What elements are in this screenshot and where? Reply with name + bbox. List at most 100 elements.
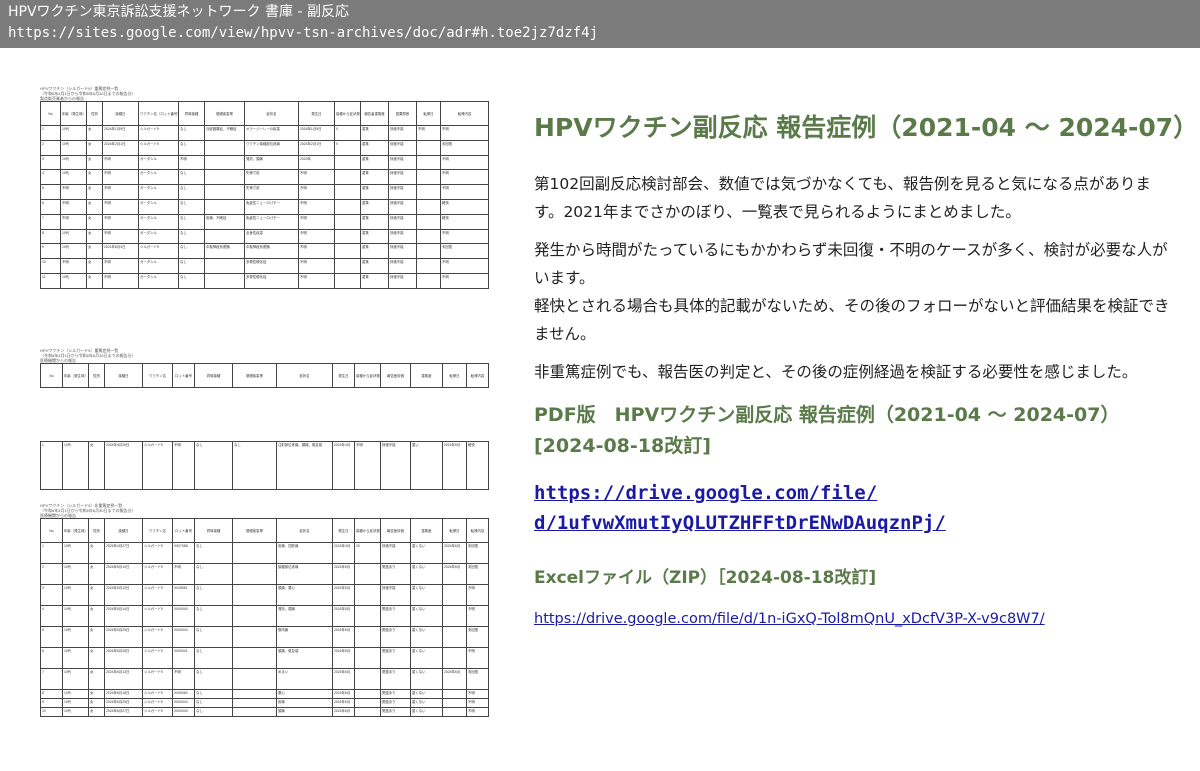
table-cell — [442, 605, 467, 627]
table-header-cell: ロット番号 — [172, 363, 195, 388]
table-cell: 2024年2月1日 — [298, 139, 335, 156]
table-cell: 不明 — [102, 184, 139, 200]
table-header-cell: 発生日 — [332, 363, 355, 388]
table-header-cell: 性別 — [88, 518, 105, 543]
table-cell: 未回復 — [466, 626, 489, 648]
table-cell: 中枢神経系脱髄 — [204, 243, 245, 260]
table-header-cell: No — [40, 363, 63, 388]
table-cell — [232, 605, 277, 627]
table-cell: 重篤 — [360, 184, 389, 200]
table-header-cell: 接種日 — [104, 363, 143, 388]
table-cell: 未回復 — [466, 668, 489, 690]
table-cell: 疼痛、四肢痛 — [276, 542, 333, 564]
table-cell: 女 — [86, 139, 103, 156]
table-cell: 重篤 — [360, 243, 389, 260]
table-cell: 不明 — [298, 243, 335, 260]
table-cell: 6 — [40, 647, 63, 669]
table-row: 9 10代女 2024年6月25日 シルガード9 X000040 なし 疼痛 2024年6月 関… — [40, 698, 489, 708]
scan-table-page-1: HPVワクチン（シルガード9）重篤症例一覧 （令和6年4月1日から令和6年6月3… — [40, 86, 489, 289]
table-header-cell: 性別 — [86, 101, 103, 126]
table-cell: 不明 — [466, 584, 489, 606]
table-cell: 女 — [86, 154, 103, 171]
table-cell: シルガード9 — [142, 689, 173, 699]
table-cell: 1 — [40, 125, 61, 141]
table-cell: ガーダシル — [138, 184, 179, 200]
table-cell: 女 — [88, 542, 105, 564]
table-cell: 重篤 — [360, 198, 389, 215]
table-cell: 重くない — [410, 689, 443, 699]
table-header-cell: 報告者重篤度 — [360, 101, 389, 126]
table-cell: 2024年5月 — [332, 563, 355, 585]
table-cell: 10代 — [62, 698, 89, 708]
table-cell: 不明 — [298, 198, 335, 215]
table-header-cell: No — [40, 518, 63, 543]
excel-download-link[interactable]: https://drive.google.com/file/d/1n-iGxQ-… — [534, 611, 1045, 627]
table-cell: なし — [178, 198, 205, 215]
table-cell: 2024年5月 — [442, 563, 467, 585]
table-cell: 2023年 — [298, 154, 335, 171]
table-cell: 2024年1月9日 — [102, 125, 139, 141]
table-cell — [334, 272, 361, 289]
table-row: 8 10代女 2024年6月18日 シルガード9 X006060 なし 悪心 2024年6月 関… — [40, 689, 489, 699]
table-cell: 不明 — [440, 272, 489, 289]
table-cell: X000040 — [172, 698, 195, 708]
table-header-cell: ワクチン名（ロット番号） — [138, 101, 179, 126]
table-header-cell: 接種日 — [104, 518, 143, 543]
table-cell: 3 — [40, 154, 61, 171]
table-header-cell: 接種から症状発生までの日数 — [354, 518, 381, 543]
window-url[interactable]: https://sites.google.com/view/hpvv-tsn-a… — [8, 22, 1192, 44]
table-cell: 2024年6月27日 — [104, 707, 143, 717]
table-cell: 重くない — [410, 698, 443, 708]
table-cell: 失神寸前 — [244, 184, 299, 200]
table-row: 2 10代女 2024年5月10日 シルガード9 不明 なし 接種部位疼痛 2024年5月 関連… — [40, 563, 489, 585]
table-cell: 不明 — [60, 198, 87, 215]
table-cell: 免疫性ニューロパチー — [244, 213, 299, 230]
table-cell: ガーダシル — [138, 198, 179, 215]
table-cell: 不明 — [60, 258, 87, 274]
table-cell — [232, 584, 277, 606]
table-cell: 2024年1月9日 — [298, 125, 335, 141]
table-cell: 評価不能 — [388, 184, 417, 200]
table-cell: 不明 — [60, 213, 87, 230]
table-cell — [334, 154, 361, 171]
table-cell: なし — [178, 125, 205, 141]
pdf-download-link[interactable]: https://drive.google.com/file/ d/1ufvwXm… — [534, 482, 946, 534]
non-serious-paragraph: 非重篤症例でも、報告医の判定と、その後の症例経過を検証する必要性を感じました。 — [534, 363, 1138, 381]
table-header-cell: 年齢（発生時） — [62, 518, 89, 543]
table-cell: 関連あり — [380, 668, 411, 690]
table-cell — [442, 698, 467, 708]
table-cell: 失神寸前 — [244, 169, 299, 186]
table-cell: 2024年4月 — [332, 542, 355, 564]
table-cell: 重篤 — [360, 125, 389, 141]
table-cell: X000041 — [172, 647, 195, 669]
table-row: 2 10代女 2024年2月1日 シルガード9 なし ワクチン接種部位疼痛 2024年2月1… — [40, 139, 489, 156]
table-cell: なし — [178, 139, 205, 156]
table-cell: 7 — [40, 668, 63, 690]
table-cell: なし — [194, 626, 233, 648]
table-header-cell: 発生日 — [298, 101, 335, 126]
medical-serious-table-row: 1 10代女 2024年4月26日 シルガード9 不明 なし なし 注射部位疼痛、頭痛、倦怠感… — [40, 441, 489, 490]
table-cell — [416, 272, 441, 289]
table-cell: 不明 — [102, 169, 139, 186]
table-cell: 9 — [40, 698, 63, 708]
table-cell: 2024年4月26日 — [104, 441, 143, 490]
table-cell: 9 — [40, 243, 61, 260]
table-cell: 重くない — [410, 542, 443, 564]
table-cell — [354, 626, 381, 648]
table-cell: 女 — [88, 668, 105, 690]
table-cell: 6 — [40, 198, 61, 215]
table-cell — [442, 647, 467, 669]
table-cell: 重篤 — [360, 154, 389, 171]
table-cell: 不明 — [178, 154, 205, 171]
table-cell: 2021年8月3日 — [102, 243, 139, 260]
table-cell: 軽快 — [440, 213, 489, 230]
table-cell: 重くない — [410, 605, 443, 627]
table-cell: 10代 — [62, 605, 89, 627]
table-cell: 評価不能 — [388, 228, 417, 245]
table-cell: 関連あり — [380, 707, 411, 717]
table-cell: 2024年4月27日 — [104, 542, 143, 564]
table-cell: 不明 — [416, 125, 441, 141]
table-row: 5 10代女 2024年5月25日 シルガード9 X000040 なし 筋肉痛 2024年5月… — [40, 626, 489, 648]
table-cell: 8 — [40, 689, 63, 699]
table-cell: 不明 — [466, 698, 489, 708]
